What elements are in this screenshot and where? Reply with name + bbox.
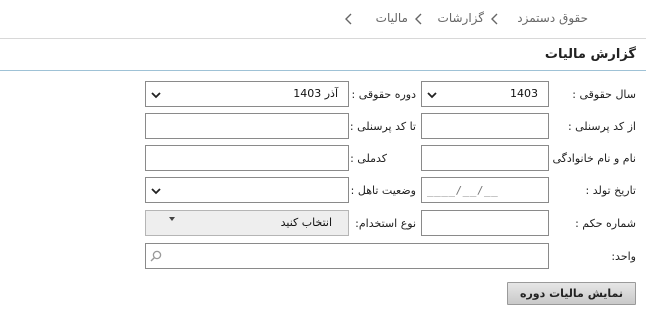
marital-status-select[interactable] [145, 177, 349, 203]
chevron-left-icon [345, 13, 352, 25]
chevron-down-icon [151, 188, 161, 195]
chevron-left-icon [415, 13, 422, 25]
to-personnel-code-input[interactable] [145, 113, 349, 139]
employment-type-select[interactable]: انتخاب کنید [145, 210, 349, 236]
payroll-period-label: دوره حقوقی : [351, 88, 416, 101]
search-icon [150, 250, 162, 262]
chevron-left-icon [491, 13, 498, 25]
full-name-input[interactable] [421, 145, 549, 171]
marital-status-label: وضعیت تاهل : [350, 184, 416, 197]
employment-type-value: انتخاب کنید [280, 216, 332, 229]
payroll-year-select[interactable]: 1403 [421, 81, 549, 107]
decree-number-input[interactable] [421, 210, 549, 236]
breadcrumb-item-tax[interactable]: مالیات [376, 11, 408, 25]
national-code-input[interactable] [145, 145, 349, 171]
payroll-year-label: سال حقوقی : [572, 88, 636, 101]
title-underline [0, 70, 646, 71]
payroll-period-select[interactable]: آذر 1403 [145, 81, 349, 107]
payroll-period-value: آذر 1403 [293, 87, 338, 100]
to-personnel-code-label: تا کد پرسنلی : [349, 120, 416, 133]
caret-down-icon [169, 217, 175, 221]
birth-date-placeholder: ____/__/__ [427, 184, 499, 197]
birth-date-label: تاریخ تولد : [585, 184, 636, 197]
breadcrumb-item-payroll[interactable]: حقوق دستمزد [517, 11, 588, 25]
chevron-down-icon [151, 92, 161, 99]
national-code-label: کدملی : [350, 152, 387, 165]
show-period-tax-button[interactable]: نمایش مالیات دوره [507, 282, 636, 305]
decree-number-label: شماره حکم : [575, 217, 636, 230]
breadcrumb: حقوق دستمزد گزارشات مالیات [0, 0, 646, 38]
unit-search-input[interactable] [145, 243, 549, 269]
chevron-down-icon [427, 92, 437, 99]
payroll-year-value: 1403 [510, 87, 538, 100]
from-personnel-code-input[interactable] [421, 113, 549, 139]
unit-label: واحد: [611, 250, 636, 263]
birth-date-input[interactable]: ____/__/__ [421, 177, 549, 203]
page-title: گزارش مالیات [544, 47, 636, 62]
breadcrumb-item-reports[interactable]: گزارشات [438, 11, 484, 25]
employment-type-label: نوع استخدام: [355, 217, 416, 230]
from-personnel-code-label: از کد پرسنلی : [567, 120, 636, 133]
breadcrumb-divider [0, 38, 646, 39]
full-name-label: نام و نام خانوادگی : [545, 152, 636, 165]
